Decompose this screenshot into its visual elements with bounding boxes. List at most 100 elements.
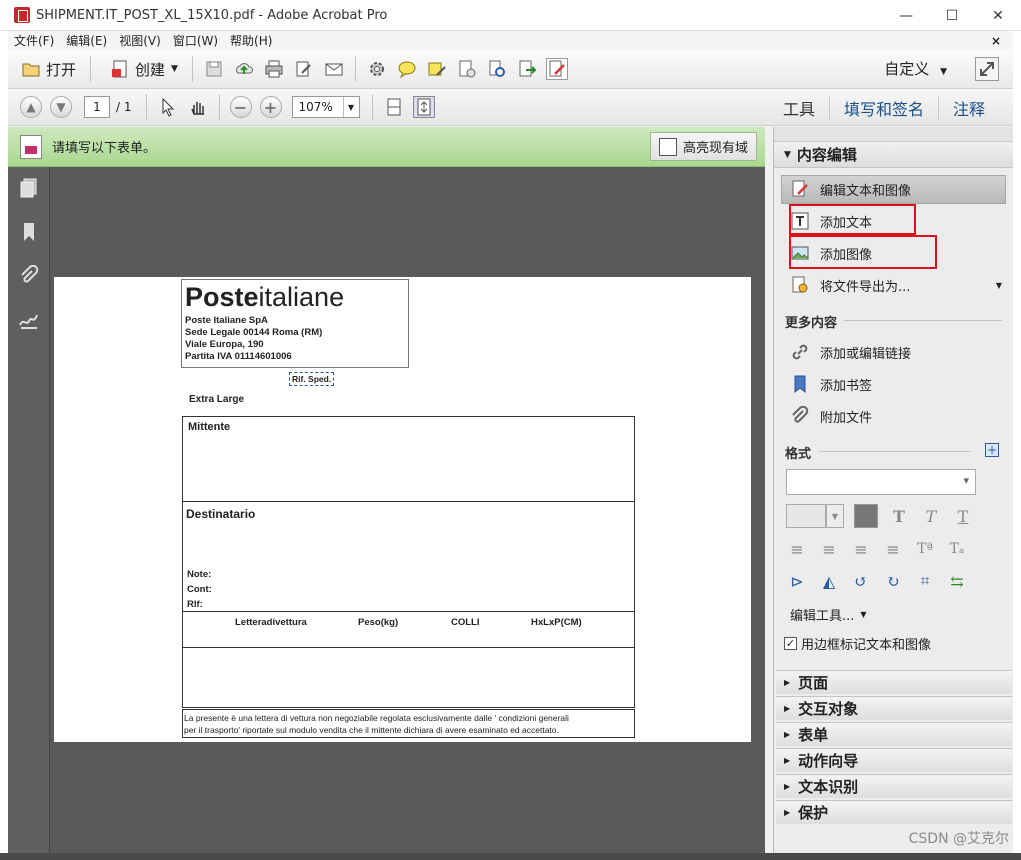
add-format-icon[interactable]: + — [985, 443, 999, 457]
font-size-field[interactable] — [786, 504, 826, 528]
edit-tools-dropdown[interactable]: 编辑工具... ▼ — [790, 601, 867, 627]
checkbox[interactable]: ✓ — [784, 636, 797, 650]
fit-page-icon[interactable] — [412, 96, 435, 118]
watermark: CSDN @艾克尔 — [908, 831, 1009, 847]
flip-horizontal-icon[interactable]: ⊳ — [786, 570, 808, 592]
rotate-right-icon[interactable]: ↻ — [882, 570, 904, 592]
tools-panel: ▼ 内容编辑 编辑文本和图像 添加文本 添加图像 将文件导出为... ▼ 更多内… — [773, 127, 1013, 853]
pages-icon[interactable] — [18, 177, 40, 199]
highlight-text-icon[interactable] — [426, 58, 448, 80]
italic-t-icon[interactable]: T — [920, 505, 942, 527]
crop-icon[interactable]: ⌗ — [914, 570, 936, 592]
select-cursor-icon[interactable] — [157, 96, 179, 118]
highlight-fields-icon — [658, 137, 677, 156]
underline-t-icon[interactable]: T — [952, 505, 974, 527]
export-icon[interactable] — [516, 58, 538, 80]
collapsed-icon: ▶ — [784, 782, 791, 791]
add-bookmark-item[interactable]: 添加书签 — [790, 371, 872, 397]
replace-image-icon[interactable]: ⇆ — [946, 570, 968, 592]
section-pages[interactable]: ▶ 页面 — [776, 670, 1012, 694]
font-select[interactable] — [786, 469, 976, 495]
menu-file[interactable]: 文件(F) — [8, 32, 60, 49]
scroll-mode-icon[interactable] — [383, 96, 405, 118]
export-as-item[interactable]: 将文件导出为... ▼ — [790, 272, 1002, 298]
flip-vertical-icon[interactable]: ◭ — [818, 570, 840, 592]
menu-window[interactable]: 窗口(W) — [167, 32, 224, 49]
create-button[interactable]: 创建 ▼ — [97, 54, 186, 84]
compare-docs-icon[interactable] — [486, 58, 508, 80]
superscript-icon[interactable]: Tª — [914, 538, 936, 560]
subscript-icon[interactable]: Tₐ — [946, 538, 968, 560]
rotate-left-icon[interactable]: ↺ — [850, 570, 872, 592]
chevron-down-icon[interactable]: ▼ — [826, 504, 844, 528]
add-link-item[interactable]: 添加或编辑链接 — [790, 339, 911, 365]
page-number-input[interactable]: 1 — [84, 96, 110, 118]
add-image-item[interactable]: 添加图像 — [790, 240, 872, 266]
divider — [183, 611, 634, 612]
comment-bubble-icon[interactable] — [396, 58, 418, 80]
print-icon[interactable] — [263, 58, 285, 80]
tab-comment[interactable]: 注释 — [937, 96, 999, 120]
save-icon[interactable] — [203, 58, 225, 80]
signature-icon[interactable] — [18, 309, 40, 331]
email-icon[interactable] — [323, 58, 345, 80]
section-rule — [819, 451, 971, 452]
document-view[interactable]: Posteitaliane Poste Italiane SpA Sede Le… — [50, 167, 765, 853]
minimize-button[interactable]: — — [883, 0, 929, 31]
menu-edit[interactable]: 编辑(E) — [60, 32, 113, 49]
highlight-fields-label: 高亮现有域 — [682, 141, 748, 156]
menu-view[interactable]: 视图(V) — [113, 32, 167, 49]
shipment-ref-field[interactable]: Rif. Sped. — [288, 372, 335, 386]
toolbar-separator — [90, 56, 92, 82]
tab-fill-sign[interactable]: 填写和签名 — [828, 96, 938, 120]
redact-icon[interactable] — [456, 58, 478, 80]
customize-dropdown[interactable]: 自定义 ▼ — [884, 58, 947, 79]
zoom-in-icon[interactable]: + — [259, 96, 282, 118]
collapsed-icon: ▶ — [784, 704, 791, 713]
section-text-recognition[interactable]: ▶ 文本识别 — [776, 774, 1012, 798]
close-button[interactable]: ✕ — [975, 0, 1021, 31]
window-title: SHIPMENT.IT_POST_XL_15X10.pdf - Adobe Ac… — [36, 7, 388, 23]
menu-help[interactable]: 帮助(H) — [224, 32, 278, 49]
bookmark-icon[interactable] — [18, 221, 40, 243]
paperclip-icon[interactable] — [18, 265, 40, 287]
text-color-icon[interactable] — [854, 504, 878, 528]
section-label: 动作向导 — [798, 752, 859, 770]
zoom-select[interactable]: 107% ▼ — [291, 96, 360, 118]
align-left-icon[interactable]: ≡ — [786, 538, 808, 560]
previous-page-icon[interactable]: ▲ — [20, 96, 42, 118]
hand-tool-icon[interactable] — [187, 96, 209, 118]
main-toolbar: 打开 创建 ▼ 自定义 ▼ — [8, 50, 1013, 89]
navigation-toolbar: ▲ ▼ 1 / 1 − + 107% ▼ 工具 填写和签名 注释 — [8, 89, 1013, 126]
bold-t-icon[interactable]: T — [888, 505, 910, 527]
section-interactive[interactable]: ▶ 交互对象 — [776, 696, 1012, 720]
align-center-icon[interactable]: ≡ — [818, 538, 840, 560]
align-right-icon[interactable]: ≡ — [850, 538, 872, 560]
sender-label: Mittente — [188, 421, 231, 433]
highlight-fields-button[interactable]: 高亮现有域 — [649, 132, 757, 161]
section-forms[interactable]: ▶ 表单 — [776, 722, 1012, 746]
edit-doc-icon[interactable] — [293, 58, 315, 80]
section-protect[interactable]: ▶ 保护 — [776, 800, 1012, 824]
border-checkbox-row[interactable]: ✓ 用边框标记文本和图像 — [784, 630, 931, 656]
add-text-item[interactable]: 添加文本 — [790, 208, 872, 234]
maximize-button[interactable]: ☐ — [929, 0, 975, 31]
pdf-page: Posteitaliane Poste Italiane SpA Sede Le… — [54, 277, 751, 742]
content-edit-header[interactable]: ▼ 内容编辑 — [774, 142, 1013, 168]
justify-icon[interactable]: ≡ — [882, 538, 904, 560]
title-bar: SHIPMENT.IT_POST_XL_15X10.pdf - Adobe Ac… — [0, 0, 1021, 31]
tab-tools[interactable]: 工具 — [769, 96, 829, 120]
edit-text-image-icon[interactable] — [545, 58, 568, 80]
section-label: 表单 — [798, 726, 829, 744]
open-button[interactable]: 打开 — [8, 54, 84, 84]
edit-text-image-item[interactable]: 编辑文本和图像 — [790, 176, 911, 202]
upload-cloud-icon[interactable] — [233, 58, 255, 80]
attach-file-item[interactable]: 附加文件 — [790, 403, 872, 429]
menu-close-button[interactable]: × — [985, 34, 1007, 48]
next-page-icon[interactable]: ▼ — [50, 96, 72, 118]
section-action-wizard[interactable]: ▶ 动作向导 — [776, 748, 1012, 772]
zoom-out-icon[interactable]: − — [229, 96, 252, 118]
gear-icon[interactable] — [366, 58, 388, 80]
expand-icon[interactable] — [975, 57, 999, 81]
border-label: 用边框标记文本和图像 — [801, 637, 932, 653]
